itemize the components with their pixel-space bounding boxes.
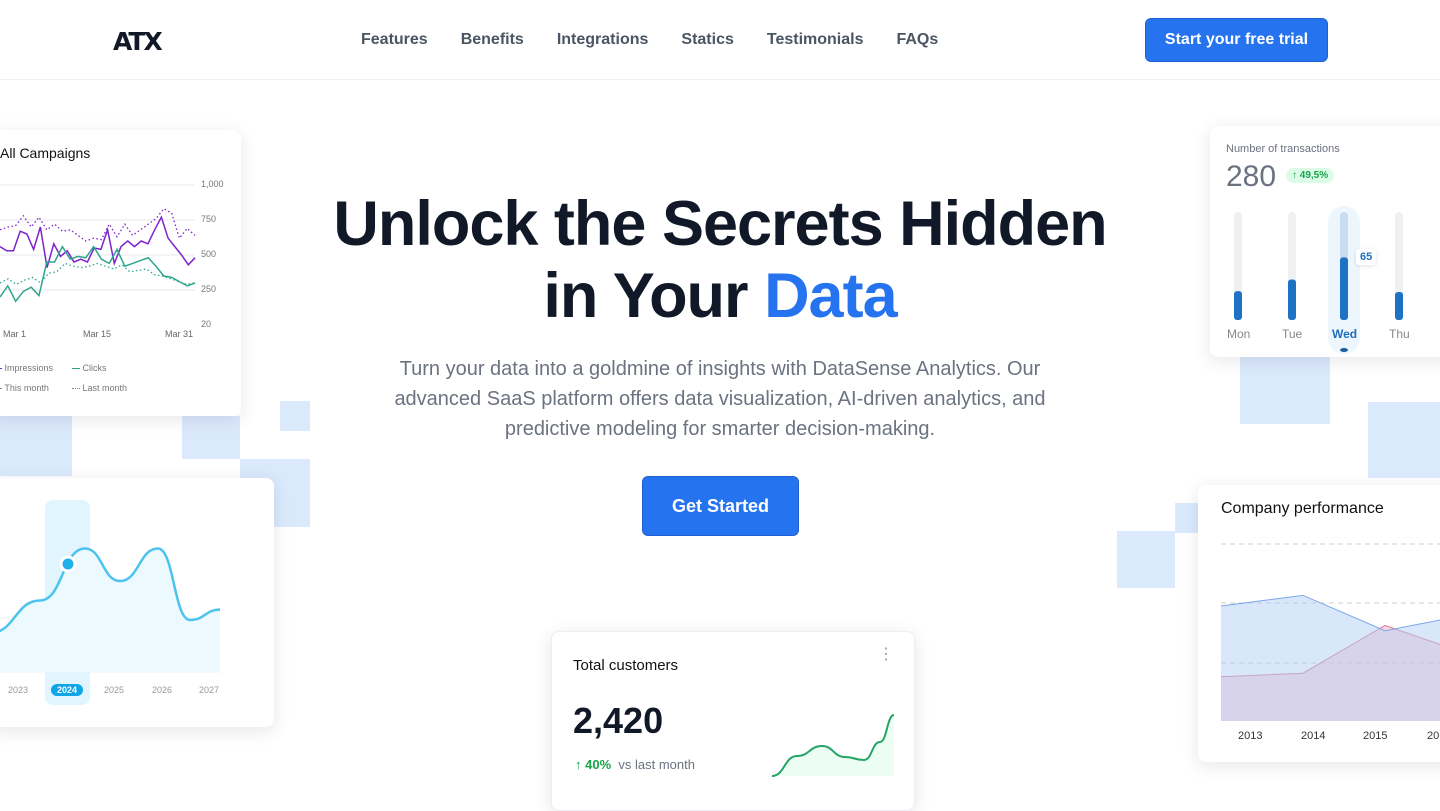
nav-statics[interactable]: Statics — [681, 31, 733, 49]
bar-tooltip: 65 — [1356, 249, 1377, 265]
x-tick: Mar 1 — [3, 329, 27, 339]
impressions-last-month-line — [0, 207, 196, 242]
transactions-bars — [1234, 206, 1403, 354]
customers-card: Total customers ⋮ 2,420 ↑ 40% vs last mo… — [551, 631, 915, 811]
nav-testimonials[interactable]: Testimonials — [767, 31, 864, 49]
x-tick: 2015 — [1363, 730, 1388, 742]
title-text: in Your — [543, 261, 765, 331]
logo[interactable]: ATX — [113, 27, 163, 56]
area — [0, 548, 220, 672]
customers-sparkline — [771, 714, 895, 777]
x-tick: 2026 — [152, 685, 173, 695]
x-tick: 20 — [1427, 730, 1440, 742]
performance-chart — [1220, 543, 1440, 721]
series-a-area — [1221, 595, 1440, 721]
day-label: Mon — [1227, 327, 1251, 341]
get-started-button[interactable]: Get Started — [642, 476, 799, 536]
decor-square — [1240, 357, 1330, 424]
decor-square — [182, 416, 240, 459]
decor-square — [0, 416, 72, 476]
hero-subtitle: Turn your data into a goldmine of insigh… — [394, 358, 1046, 440]
campaigns-chart — [0, 184, 196, 303]
legend-clicks: Clicks — [72, 363, 107, 373]
x-tick: 2027 — [199, 685, 220, 695]
nav-links: Features Benefits Integrations Statics T… — [361, 31, 938, 49]
y-tick: 1,000 — [201, 179, 224, 189]
y-tick: 500 — [201, 249, 217, 259]
selected-point — [59, 555, 77, 573]
top-nav: ATX Features Benefits Integrations Stati… — [0, 0, 1440, 80]
decor-square — [1117, 531, 1175, 588]
x-tick: 2014 — [1301, 730, 1326, 742]
forecast-card: 2023 2024 2025 2026 2027 — [0, 478, 274, 727]
nav-benefits[interactable]: Benefits — [461, 31, 524, 49]
bar-tue — [1288, 279, 1296, 320]
selected-dot — [1340, 348, 1348, 352]
bar-thu — [1395, 292, 1403, 320]
decor-square — [280, 401, 310, 431]
performance-card: Company performance 2013 2014 2015 20 — [1198, 485, 1440, 762]
impressions-line — [0, 215, 196, 268]
y-tick: 20 — [201, 319, 212, 329]
bar-wed — [1340, 257, 1348, 320]
day-label: Tue — [1282, 327, 1303, 341]
free-trial-button[interactable]: Start your free trial — [1145, 18, 1328, 62]
campaigns-card: All Campaigns 1,000 750 500 250 20 Mar 1… — [0, 130, 241, 416]
decor-square — [1368, 402, 1440, 478]
selected-year-badge[interactable]: 2024 — [51, 684, 84, 696]
legend-impressions: Impressions — [0, 363, 53, 373]
day-label-selected: Wed — [1332, 327, 1358, 341]
y-tick: 750 — [201, 214, 217, 224]
nav-features[interactable]: Features — [361, 31, 428, 49]
x-tick: Mar 15 — [83, 329, 112, 339]
bar-mon — [1234, 291, 1242, 320]
transactions-card: Number of transactions 280 ↑ 49,5% Mon T… — [1210, 126, 1440, 357]
forecast-chart — [0, 500, 221, 705]
decor-square — [1175, 503, 1198, 533]
y-tick: 250 — [201, 284, 217, 294]
day-label: Thu — [1389, 327, 1410, 341]
legend-last-month: Last month — [72, 383, 127, 393]
nav-integrations[interactable]: Integrations — [557, 31, 649, 49]
nav-faqs[interactable]: FAQs — [896, 31, 938, 49]
legend-this-month: This month — [0, 383, 49, 393]
clicks-last-month-line — [0, 262, 196, 286]
x-tick: 2025 — [104, 685, 125, 695]
x-tick: 2023 — [8, 685, 29, 695]
x-tick: 2013 — [1238, 730, 1263, 742]
title-accent: Data — [764, 261, 898, 331]
x-tick: Mar 31 — [165, 329, 194, 339]
